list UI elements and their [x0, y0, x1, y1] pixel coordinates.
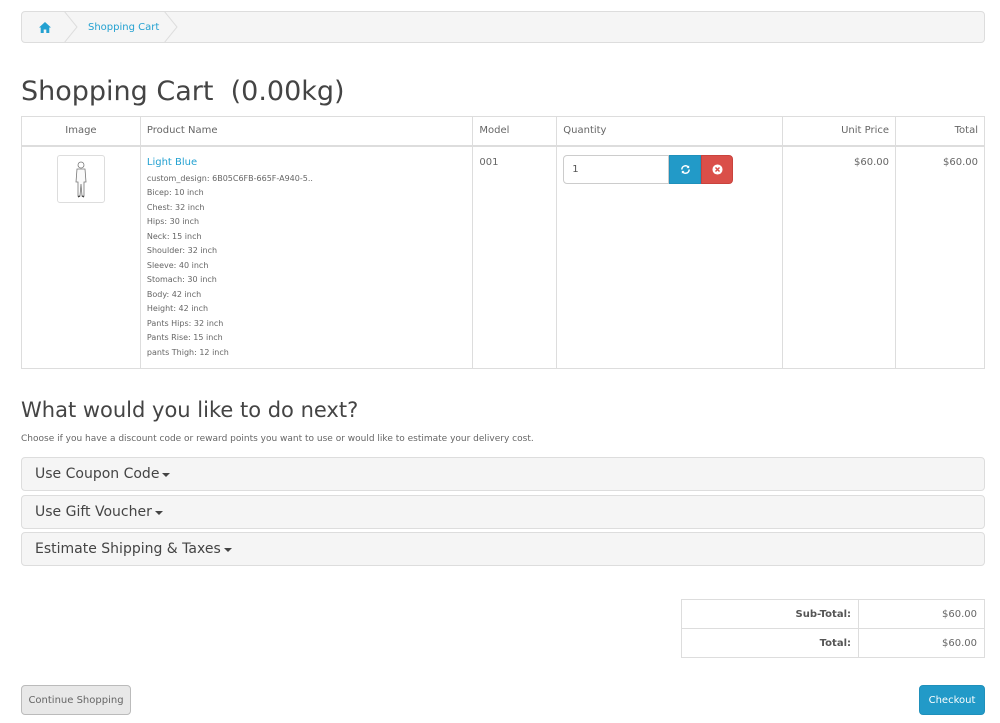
product-option: Chest: 32 inch [146, 202, 205, 212]
totals-table: Sub-Total: $60.00 Total: $60.00 [681, 599, 985, 658]
product-option: Hips: 30 inch [146, 217, 200, 226]
product-option: Bicep: 10 inch [146, 188, 204, 197]
continue-shopping-button[interactable]: Continue Shopping [21, 685, 131, 715]
home-icon [39, 21, 51, 33]
header-model: Model [472, 116, 558, 147]
header-unit-price: Unit Price [782, 116, 897, 147]
product-option: Body: 42 inch [146, 289, 202, 299]
product-option: pants Thigh: 12 inch [146, 347, 229, 357]
total-label: Total: [681, 628, 859, 658]
table-row: Light Blue custom_design: 6B05C6FB-665F-… [21, 145, 985, 369]
panel-title: Use Coupon Code [35, 466, 160, 482]
total-value: $60.00 [858, 628, 985, 658]
breadcrumb-home[interactable] [22, 12, 68, 42]
caret-down-icon [223, 548, 232, 552]
product-option: Pants Rise: 15 inch [146, 333, 223, 342]
refresh-icon [680, 164, 690, 174]
header-quantity: Quantity [556, 116, 784, 147]
product-option: Neck: 15 inch [146, 231, 202, 241]
product-option: Pants Hips: 32 inch [146, 318, 224, 328]
suit-figure-icon [75, 161, 87, 197]
breadcrumb: Shopping Cart [21, 11, 985, 43]
cart-table: Image Product Name Model Quantity Unit P… [21, 116, 985, 369]
caret-down-icon [162, 473, 171, 477]
breadcrumb-shopping-cart[interactable]: Shopping Cart [88, 22, 159, 33]
remove-button[interactable] [701, 154, 734, 184]
product-option: Shoulder: 32 inch [146, 246, 218, 255]
quantity-input[interactable] [563, 154, 670, 184]
product-thumbnail[interactable] [56, 154, 105, 203]
next-steps-heading: What would you like to do next? [21, 398, 359, 422]
product-image-cell [21, 145, 141, 369]
remove-icon [712, 163, 723, 175]
product-model: 001 [479, 156, 499, 168]
header-product-name: Product Name [139, 116, 474, 147]
product-name-cell: Light Blue custom_design: 6B05C6FB-665F-… [139, 145, 474, 369]
breadcrumb-separator [64, 11, 78, 43]
update-button[interactable] [669, 154, 702, 184]
coupon-code-panel[interactable]: Use Coupon Code [21, 457, 985, 491]
checkout-button[interactable]: Checkout [919, 685, 985, 715]
product-link[interactable]: Light Blue [147, 157, 466, 168]
subtotal-label: Sub-Total: [681, 599, 859, 629]
breadcrumb-separator [164, 11, 178, 43]
quantity-group [563, 154, 776, 184]
header-total: Total [895, 116, 985, 147]
subtotal-row: Sub-Total: $60.00 [681, 599, 985, 629]
caret-down-icon [154, 511, 163, 515]
next-steps-description: Choose if you have a discount code or re… [21, 434, 534, 444]
header-image: Image [21, 116, 141, 147]
panel-title: Use Gift Voucher [35, 504, 152, 520]
model-cell: 001 [472, 145, 558, 369]
shipping-taxes-panel[interactable]: Estimate Shipping & Taxes [21, 532, 985, 566]
product-option: Sleeve: 40 inch [146, 260, 209, 270]
table-header-row: Image Product Name Model Quantity Unit P… [21, 116, 985, 147]
row-total: $60.00 [895, 145, 985, 369]
product-option: custom_design: 6B05C6FB-665F-A940-5.. [146, 173, 313, 183]
product-option: Height: 42 inch [146, 304, 209, 313]
product-option: Stomach: 30 inch [146, 275, 217, 284]
total-row: Total: $60.00 [681, 628, 985, 658]
quantity-cell [556, 145, 784, 369]
gift-voucher-panel[interactable]: Use Gift Voucher [21, 495, 985, 529]
page-title: Shopping Cart (0.00kg) [21, 76, 345, 107]
product-options: custom_design: 6B05C6FB-665F-A940-5.. Bic… [147, 172, 466, 361]
subtotal-value: $60.00 [858, 599, 985, 629]
panel-title: Estimate Shipping & Taxes [35, 541, 221, 557]
unit-price: $60.00 [782, 145, 897, 369]
